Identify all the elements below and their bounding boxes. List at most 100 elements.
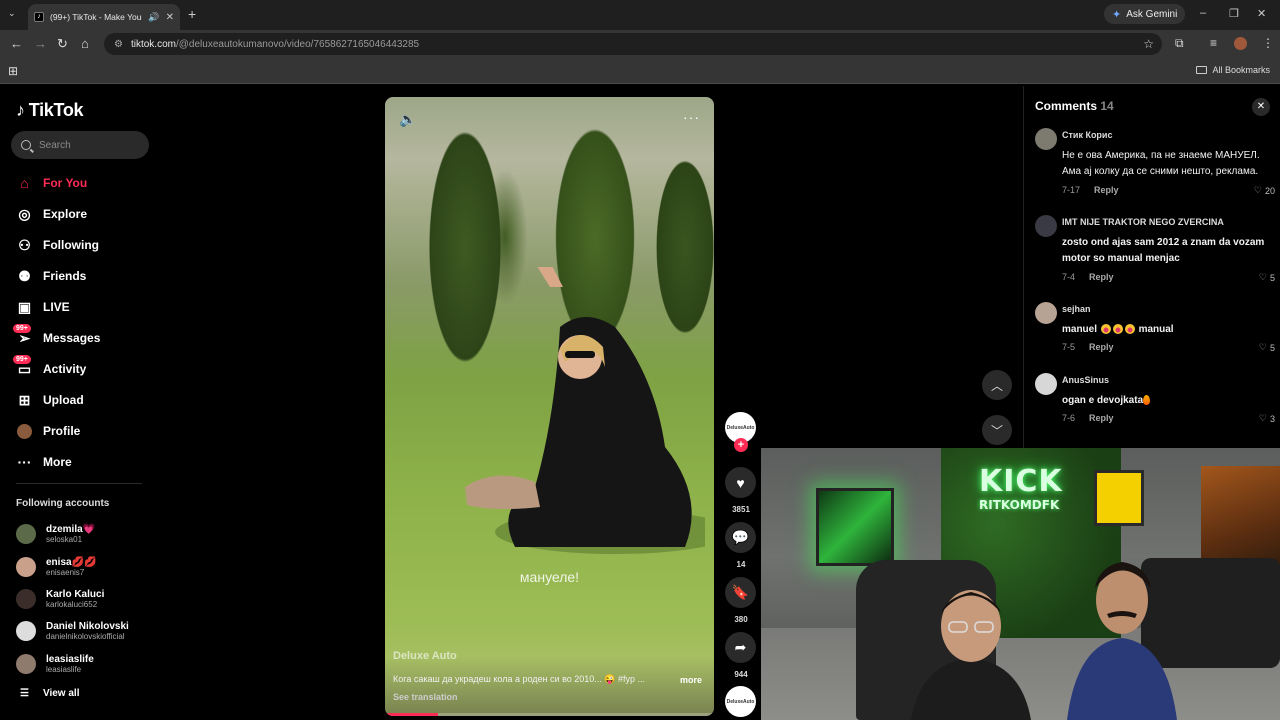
sidebar-item-label: Activity: [43, 362, 87, 376]
all-bookmarks-button[interactable]: All Bookmarks: [1196, 65, 1270, 75]
video-player[interactable]: 🔈 ··· мануеле! Deluxe Auto Кога сакаш да…: [385, 97, 714, 716]
comment-like-button[interactable]: ♡ 5: [1259, 272, 1275, 283]
comment-text-start: ogan e devojkata: [1062, 395, 1144, 406]
extensions-icon[interactable]: ⧉: [1175, 36, 1184, 51]
sidebar-item-friends[interactable]: ⚉ Friends: [16, 264, 86, 288]
sidebar-item-explore[interactable]: ◎ Explore: [16, 202, 87, 226]
video-caption: Кога сакаш да украдеш кола а роден си во…: [393, 674, 645, 684]
home-icon: ⌂: [20, 175, 29, 191]
account-name: leasiaslife: [46, 654, 94, 665]
following-icon: ⚇: [18, 236, 31, 253]
reply-button[interactable]: Reply: [1089, 272, 1114, 282]
video-person-figure: [465, 267, 705, 554]
bookmarks-bar: ⊞ All Bookmarks: [0, 58, 1280, 84]
following-account[interactable]: enisa💋💋 enisaenis7: [16, 554, 96, 580]
close-comments-icon[interactable]: ✕: [1252, 98, 1270, 116]
comments-panel: Comments 14 ✕ Стик Корис Не е ова Америк…: [1023, 86, 1280, 448]
sidebar-item-messages[interactable]: ➢ 99+ Messages: [13, 323, 100, 350]
account-handle: enisaenis7: [46, 568, 85, 577]
apps-grid-icon[interactable]: ⊞: [8, 64, 18, 78]
folder-icon: [1196, 66, 1208, 74]
bookmark-icon[interactable]: 🔖: [725, 577, 756, 608]
sidebar-item-label: Profile: [43, 424, 81, 438]
volume-icon[interactable]: 🔈: [399, 111, 416, 128]
browser-tab[interactable]: ♪ (99+) TikTok - Make Your Day 🔊 ✕: [28, 4, 180, 30]
account-name: dzemila: [46, 524, 83, 535]
comment-user[interactable]: IMT NIJE TRAKTOR NEGO ZVERCINA: [1062, 217, 1224, 227]
comment-user[interactable]: Стик Корис: [1062, 130, 1112, 140]
comment-item: AnusSinus ogan e devojkata 7-6 Reply ♡ 3: [1035, 373, 1275, 433]
search-placeholder: Search: [39, 139, 71, 151]
comment-icon[interactable]: 💬: [725, 522, 756, 553]
close-tab-icon[interactable]: ✕: [166, 12, 174, 23]
notification-badge: 99+: [13, 323, 31, 333]
next-video-chevron-down-icon[interactable]: ﹀: [982, 415, 1012, 445]
new-tab-icon[interactable]: +: [188, 6, 196, 22]
reply-button[interactable]: Reply: [1089, 413, 1114, 423]
heart-outline-icon: ♡: [1258, 342, 1267, 352]
avatar[interactable]: [1035, 373, 1057, 395]
reply-button[interactable]: Reply: [1094, 185, 1119, 195]
caption-more-button[interactable]: more: [680, 675, 702, 685]
address-bar[interactable]: ⚙ tiktok.com/@deluxeautokumanovo/video/7…: [104, 33, 1162, 55]
share-icon[interactable]: ➦: [725, 632, 756, 663]
ask-gemini-button[interactable]: ✦ Ask Gemini: [1104, 4, 1186, 24]
neon-sign-subtext: RITKOMDFK: [979, 498, 1060, 512]
comment-like-button[interactable]: ♡ 5: [1259, 342, 1275, 353]
restore-icon[interactable]: ❐: [1229, 7, 1239, 20]
following-account[interactable]: Karlo Kaluci karlokaluci652: [16, 586, 104, 612]
avatar[interactable]: [1035, 128, 1057, 150]
home-icon[interactable]: ⌂: [81, 36, 89, 51]
profile-avatar-icon[interactable]: [1234, 37, 1247, 50]
comment-text-end: manual: [1138, 324, 1174, 335]
comment-like-button[interactable]: ♡ 20: [1254, 185, 1275, 196]
following-account[interactable]: Daniel Nikolovski danielnikolovskiofficia…: [16, 618, 129, 644]
minimize-icon[interactable]: –: [1200, 7, 1206, 19]
previous-video-chevron-up-icon[interactable]: ︿: [982, 370, 1012, 400]
search-input[interactable]: Search: [11, 131, 149, 159]
laughing-emoji-icon: [1112, 324, 1123, 335]
sidebar-item-following[interactable]: ⚇ Following: [16, 233, 99, 257]
address-toolbar: ← → ↻ ⌂ ⚙ tiktok.com/@deluxeautokumanovo…: [0, 30, 1280, 58]
like-count: 3851: [732, 505, 750, 514]
tiktok-sidebar: ♪ TikTok Search ⌂ For You ◎ Explore ⚇ Fo…: [0, 86, 160, 720]
comment-user[interactable]: AnusSinus: [1062, 375, 1109, 385]
bookmark-star-icon[interactable]: ☆: [1143, 37, 1154, 51]
reply-button[interactable]: Reply: [1089, 342, 1114, 352]
tab-list-chevron-icon[interactable]: ⌄: [8, 8, 16, 19]
forward-icon[interactable]: →: [34, 36, 47, 51]
following-account[interactable]: leasiaslife leasiaslife: [16, 651, 94, 677]
music-disc-icon[interactable]: DeluxeAuto: [725, 686, 756, 717]
sidebar-item-upload[interactable]: ⊞ Upload: [16, 388, 84, 412]
comments-header: Comments 14: [1035, 99, 1114, 113]
heart-outline-icon: ♡: [1258, 272, 1267, 282]
comment-user[interactable]: sejhan: [1062, 304, 1091, 314]
like-heart-icon[interactable]: ♥: [725, 467, 756, 498]
account-emoji: 💗: [82, 524, 96, 535]
sidebar-item-activity[interactable]: ▭ 99+ Activity: [13, 354, 87, 381]
close-window-icon[interactable]: ✕: [1257, 7, 1266, 20]
speaker-icon[interactable]: 🔊: [148, 12, 159, 23]
avatar[interactable]: [1035, 302, 1057, 324]
video-author[interactable]: Deluxe Auto: [393, 650, 457, 662]
sidebar-item-profile[interactable]: Profile: [16, 419, 80, 443]
comment-like-button[interactable]: ♡ 3: [1259, 413, 1275, 424]
video-progress-bar[interactable]: [385, 713, 714, 716]
avatar[interactable]: [1035, 215, 1057, 237]
see-translation-button[interactable]: See translation: [393, 692, 458, 702]
comment-text: zosto ond ajas sam 2012 a znam da vozam …: [1062, 237, 1265, 264]
following-account[interactable]: dzemila💗 seloska01: [16, 521, 95, 547]
more-options-icon[interactable]: ···: [683, 109, 700, 125]
sidebar-item-for-you[interactable]: ⌂ For You: [16, 171, 87, 195]
view-all-button[interactable]: ☰ View all: [20, 688, 79, 699]
tiktok-logo[interactable]: ♪ TikTok: [16, 100, 84, 121]
back-icon[interactable]: ←: [10, 36, 23, 51]
media-controls-icon[interactable]: ≡: [1210, 36, 1217, 50]
sidebar-item-live[interactable]: ▣ LIVE: [16, 295, 70, 319]
follow-plus-icon[interactable]: +: [734, 438, 748, 452]
reload-icon[interactable]: ↻: [57, 36, 68, 52]
sidebar-item-label: Explore: [43, 207, 88, 221]
menu-kebab-icon[interactable]: ⋮: [1262, 36, 1274, 50]
sidebar-item-more[interactable]: ··· More: [16, 450, 72, 474]
site-info-icon[interactable]: ⚙: [114, 39, 123, 50]
